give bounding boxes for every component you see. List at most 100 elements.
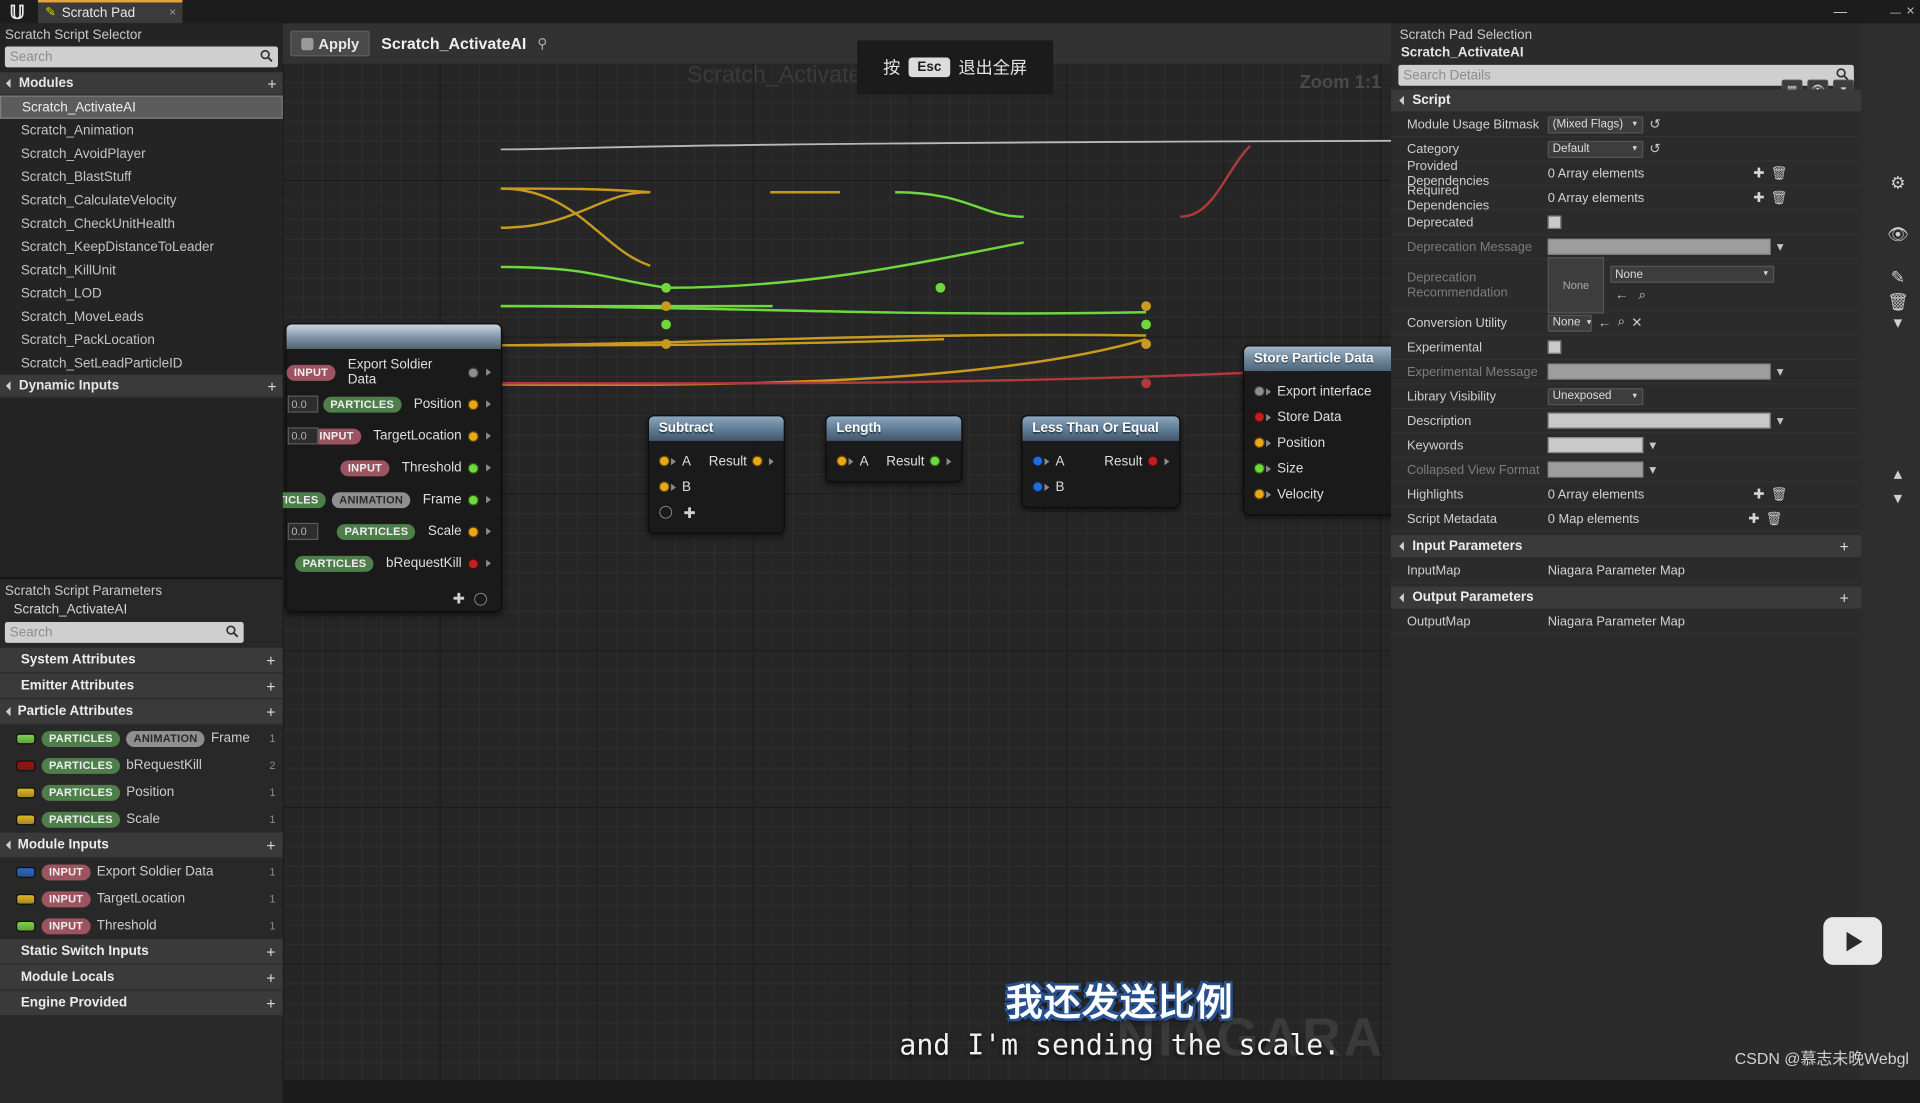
browse-icon[interactable]: ⌕ <box>1638 288 1646 304</box>
add-parameter-button[interactable]: + <box>1840 588 1849 606</box>
parameter-row[interactable]: PARTICLES Scale 1 <box>0 806 283 833</box>
section-modules[interactable]: ◣ Modules + <box>0 72 283 96</box>
node-store-particle-data[interactable]: Store Particle Data Export interface Stor… <box>1242 345 1392 516</box>
chevron-down-icon[interactable]: ▾ <box>1777 364 1784 380</box>
parameter-group-header[interactable]: Emitter Attributes + <box>0 673 283 700</box>
browse-icon[interactable]: ⌕ <box>1618 315 1626 331</box>
node-subtract[interactable]: Subtract A Result B ◯ ✚ <box>647 415 785 534</box>
pin-default-value[interactable]: 0.0 <box>287 522 319 541</box>
minimize-button[interactable]: — <box>1824 0 1856 23</box>
pin-dot-icon[interactable] <box>658 455 670 467</box>
close-icon[interactable]: × <box>169 6 176 19</box>
node-map-get[interactable]: INPUT Export Soldier Data 0.0 PARTICLES Posi… <box>282 323 503 613</box>
module-list-item[interactable]: Scratch_SetLeadParticleID <box>0 351 283 374</box>
details-search-input[interactable] <box>1403 67 1771 83</box>
parameter-row[interactable]: PARTICLES Position 1 <box>0 779 283 806</box>
details-section-header[interactable]: ◣ Input Parameters + <box>1391 535 1862 559</box>
module-list-item[interactable]: Scratch_CheckUnitHealth <box>0 212 283 235</box>
text-field[interactable] <box>1547 437 1644 454</box>
parameter-group-header[interactable]: Static Switch Inputs + <box>0 939 283 965</box>
chevron-down-icon[interactable]: ▾ <box>1777 413 1784 429</box>
parameter-group-header[interactable]: Module Locals + <box>0 964 283 991</box>
pin-length-a[interactable]: A Result <box>827 448 962 474</box>
add-parameter-button[interactable]: + <box>266 836 275 854</box>
back-arrow-icon[interactable]: ← <box>1598 315 1611 330</box>
pin-dot-icon[interactable] <box>1253 385 1265 397</box>
module-list-item[interactable]: Scratch_Animation <box>0 119 283 142</box>
add-element-icon[interactable]: ✚ <box>1753 165 1764 182</box>
pin-dot-icon[interactable] <box>658 481 670 493</box>
tab-scratch-pad[interactable]: ✎ Scratch Pad × <box>37 0 183 24</box>
pin-lte-b[interactable]: B <box>1022 474 1179 500</box>
map-get-pin-row[interactable]: PARTICLES bRequestKill <box>287 547 501 579</box>
text-field[interactable] <box>1547 461 1644 478</box>
node-lte-header[interactable]: Less Than Or Equal <box>1022 416 1180 441</box>
checkbox[interactable] <box>1547 340 1562 354</box>
add-module-button[interactable]: + <box>267 75 276 91</box>
parameter-group-header[interactable]: ◣ Particle Attributes + <box>0 699 283 725</box>
node-length[interactable]: Length A Result <box>825 415 963 483</box>
dropdown[interactable]: None ▼ <box>1547 314 1593 332</box>
add-pin-icon[interactable]: ✚ <box>684 504 696 521</box>
asset-thumbnail[interactable]: None <box>1547 256 1605 313</box>
parameter-row[interactable]: INPUT Export Soldier Data 1 <box>0 858 283 885</box>
pin-dot-icon[interactable] <box>467 557 479 569</box>
dropdown[interactable]: Default ▼ <box>1547 140 1644 158</box>
text-field[interactable] <box>1547 363 1771 380</box>
trash-icon[interactable]: 🗑 <box>1771 190 1788 206</box>
add-parameter-button[interactable]: + <box>266 968 275 986</box>
spd-pin-row[interactable]: Velocity <box>1244 481 1391 507</box>
spd-pin-row[interactable]: Position <box>1244 430 1391 456</box>
dropdown[interactable]: (Mixed Flags) ▼ <box>1547 115 1644 133</box>
pin-dot-icon[interactable] <box>467 430 479 442</box>
chevron-down-icon[interactable]: ▾ <box>1883 307 1912 336</box>
details-section-header[interactable]: ◣ Script <box>1391 89 1862 113</box>
mini-minimize-icon[interactable]: — <box>1890 6 1901 18</box>
add-parameter-button[interactable]: + <box>266 651 275 669</box>
module-list-item[interactable]: Scratch_AvoidPlayer <box>0 142 283 165</box>
subtract-add-pin-row[interactable]: ◯ ✚ <box>649 500 784 526</box>
module-list-item[interactable]: Scratch_KillUnit <box>0 258 283 281</box>
node-map-get-header[interactable] <box>286 324 501 349</box>
map-get-pin-row[interactable]: INPUT Export Soldier Data <box>286 356 501 388</box>
pin-dot-icon[interactable] <box>751 455 763 467</box>
module-list-item[interactable]: Scratch_ActivateAI <box>0 95 283 119</box>
add-parameter-button[interactable]: + <box>266 677 275 695</box>
pin-lte-a[interactable]: A Result <box>1022 448 1179 474</box>
reset-icon[interactable]: ↺ <box>1649 141 1660 157</box>
script-search-box[interactable] <box>4 46 278 68</box>
pin-default-value[interactable]: 0.0 <box>287 427 319 445</box>
reset-icon[interactable]: ↺ <box>1649 116 1660 133</box>
pin-dot-icon[interactable] <box>467 366 479 378</box>
module-list-item[interactable]: Scratch_MoveLeads <box>0 305 283 328</box>
asset-picker[interactable]: None ▼ <box>1610 265 1775 283</box>
pin-dot-icon[interactable] <box>1253 411 1265 423</box>
parameter-search-input[interactable] <box>9 625 239 640</box>
module-list-item[interactable]: Scratch_BlastStuff <box>0 165 283 188</box>
pin-dot-icon[interactable] <box>1032 455 1044 467</box>
dropdown[interactable]: Unexposed ▼ <box>1547 387 1644 405</box>
module-list-item[interactable]: Scratch_CalculateVelocity <box>0 189 283 212</box>
pin-dot-icon[interactable] <box>467 494 479 506</box>
spd-pin-row[interactable]: Export interface <box>1244 378 1391 404</box>
trash-icon[interactable]: 🗑 <box>1766 511 1783 527</box>
add-parameter-button[interactable]: + <box>266 702 275 720</box>
parameter-row[interactable]: PARTICLES ANIMATION Frame 1 <box>0 725 283 752</box>
eye-icon[interactable]: 👁 <box>1883 219 1912 248</box>
chevron-down-icon[interactable]: ▾ <box>1883 482 1912 511</box>
add-parameter-button[interactable]: + <box>1840 537 1849 555</box>
parameter-row[interactable]: INPUT TargetLocation 1 <box>0 885 283 912</box>
module-list-item[interactable]: Scratch_LOD <box>0 282 283 305</box>
pin-dot-icon[interactable] <box>467 398 479 410</box>
parameter-search-box[interactable] <box>4 622 244 643</box>
spd-pin-row[interactable]: Size <box>1244 456 1391 482</box>
node-spd-header[interactable]: Store Particle Data <box>1244 346 1392 372</box>
add-pin-icon[interactable]: ✚ <box>453 590 465 607</box>
map-get-pin-row[interactable]: 0.0 PARTICLES Scale <box>287 516 501 548</box>
mini-close-icon[interactable]: ✕ <box>1906 5 1915 18</box>
gear-icon[interactable]: ⚙ <box>1883 168 1912 197</box>
trash-icon[interactable]: 🗑 <box>1771 165 1788 182</box>
pin-dot-icon[interactable] <box>467 525 479 537</box>
map-get-pin-row[interactable]: INPUT Threshold <box>287 452 501 484</box>
script-search-input[interactable] <box>9 49 274 65</box>
